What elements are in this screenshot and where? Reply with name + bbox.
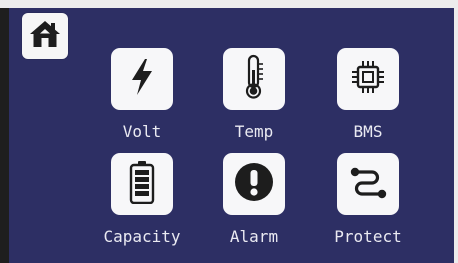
temp-tile[interactable] [223, 48, 285, 110]
bms-label: BMS [353, 122, 383, 141]
top-bezel [0, 0, 458, 8]
lightning-bolt-icon [129, 58, 155, 101]
capacity-tile[interactable] [111, 153, 173, 215]
protect-route-icon [348, 164, 388, 205]
alarm-tile[interactable] [223, 153, 285, 215]
protect-label: Protect [334, 227, 402, 246]
left-bezel [0, 8, 9, 263]
chip-icon [350, 59, 386, 100]
volt-label: Volt [122, 122, 162, 141]
home-button[interactable] [22, 13, 68, 59]
volt-tile[interactable] [111, 48, 173, 110]
protect-tile[interactable] [337, 153, 399, 215]
temp-label: Temp [234, 122, 274, 141]
thermometer-icon [241, 54, 267, 105]
right-bezel [454, 8, 458, 263]
alarm-label: Alarm [229, 227, 279, 246]
bms-tile[interactable] [337, 48, 399, 110]
battery-icon [129, 160, 155, 209]
home-icon [29, 19, 61, 54]
alarm-exclamation-icon [234, 162, 274, 207]
capacity-label: Capacity [103, 227, 181, 246]
